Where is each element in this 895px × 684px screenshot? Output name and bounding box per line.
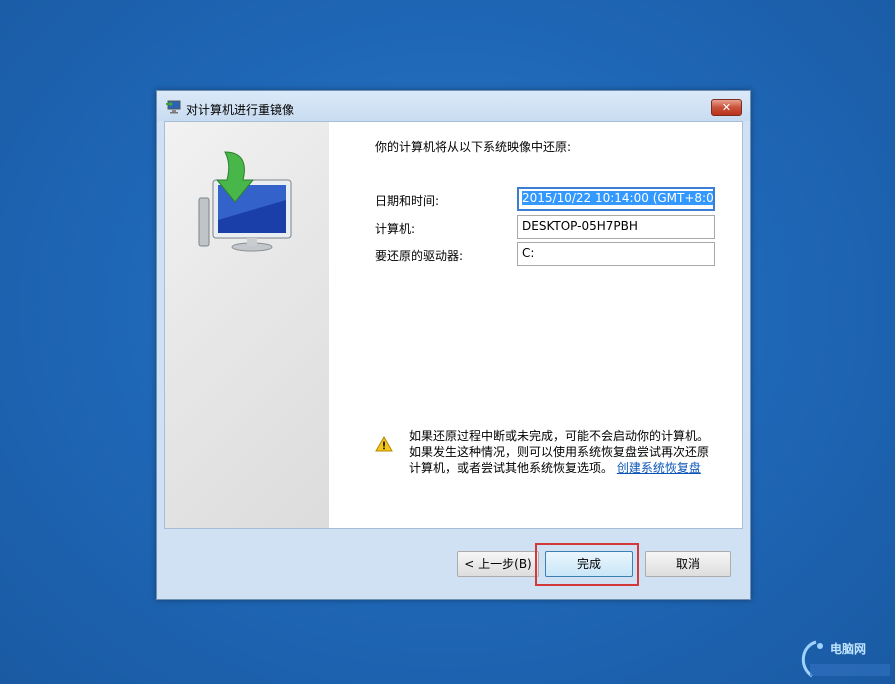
- back-button[interactable]: < 上一步(B): [457, 551, 539, 577]
- warning-line-3-text: 计算机，或者尝试其他系统恢复选项。: [409, 461, 614, 475]
- computer-restore-icon: [166, 100, 181, 114]
- datetime-value: 2015/10/22 10:14:00 (GMT+8:00): [522, 191, 713, 205]
- warning-line-1: 如果还原过程中断或未完成，可能不会启动你的计算机。: [409, 429, 710, 443]
- datetime-field[interactable]: 2015/10/22 10:14:00 (GMT+8:00): [517, 187, 715, 211]
- system-image-restore-icon: [198, 151, 292, 252]
- warning-line-2: 如果发生这种情况，则可以使用系统恢复盘尝试再次还原: [409, 445, 710, 459]
- restore-heading: 你的计算机将从以下系统映像中还原:: [375, 140, 572, 154]
- create-recovery-disc-link[interactable]: 创建系统恢复盘: [617, 461, 701, 475]
- computer-label: 计算机:: [375, 222, 416, 236]
- warning-icon: [375, 436, 393, 452]
- reimage-dialog: 对计算机进行重镜像 ✕ 你的计算机将从以下系统映像中还原: 日期和时间: 201…: [156, 90, 751, 600]
- finish-button-highlight: [535, 543, 639, 586]
- close-button[interactable]: ✕: [711, 99, 742, 116]
- datetime-label: 日期和时间:: [375, 194, 440, 208]
- title-bar[interactable]: 对计算机进行重镜像 ✕: [157, 91, 750, 121]
- dialog-content: 你的计算机将从以下系统映像中还原: 日期和时间: 2015/10/22 10:1…: [164, 121, 743, 529]
- drive-field[interactable]: C:: [517, 242, 715, 266]
- cancel-button[interactable]: 取消: [645, 551, 731, 577]
- watermark-text: 电脑网: [830, 642, 867, 656]
- wizard-side-panel: [165, 122, 329, 528]
- warning-line-3: 计算机，或者尝试其他系统恢复选项。 创建系统恢复盘: [409, 460, 729, 476]
- computer-field[interactable]: DESKTOP-05H7PBH: [517, 215, 715, 239]
- warning-message: 如果还原过程中断或未完成，可能不会启动你的计算机。 如果发生这种情况，则可以使用…: [409, 428, 729, 476]
- window-title: 对计算机进行重镜像: [186, 103, 295, 117]
- drive-label: 要还原的驱动器:: [375, 249, 464, 263]
